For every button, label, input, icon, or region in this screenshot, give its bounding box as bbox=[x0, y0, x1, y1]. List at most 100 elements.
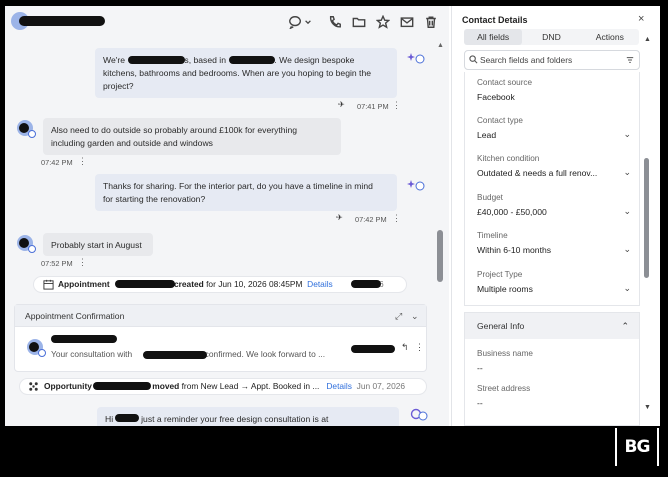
message-text: . We design bespoke bbox=[274, 55, 355, 65]
message-menu-icon[interactable]: ⋮ bbox=[78, 156, 87, 167]
phone-icon[interactable] bbox=[327, 14, 343, 30]
scroll-thumb[interactable] bbox=[437, 230, 443, 282]
appointment-details-link[interactable]: Details bbox=[307, 279, 333, 289]
brand-logo: BG bbox=[615, 428, 659, 466]
field-value: Outdated & needs a full renov... bbox=[477, 168, 598, 178]
redacted-appointment-name bbox=[115, 280, 175, 288]
field-label: Project Type bbox=[477, 270, 523, 279]
message-menu-icon[interactable]: ⋮ bbox=[392, 213, 401, 224]
sent-status-icon: ✈ bbox=[338, 100, 345, 109]
chevron-down-icon[interactable] bbox=[303, 14, 313, 30]
redacted-contact-name bbox=[19, 16, 105, 26]
message-time: 07:41 PM bbox=[357, 102, 389, 111]
close-button[interactable]: × bbox=[638, 13, 644, 25]
scroll-down-arrow-icon[interactable]: ▼ bbox=[644, 404, 651, 411]
redacted-sender bbox=[51, 335, 117, 343]
scroll-thumb[interactable] bbox=[644, 158, 649, 278]
details-tabs: All fields DND Actions bbox=[464, 29, 639, 45]
trash-icon[interactable] bbox=[423, 14, 439, 30]
star-icon[interactable] bbox=[375, 14, 391, 30]
message-menu-icon[interactable]: ⋮ bbox=[78, 257, 87, 268]
message-menu-icon[interactable]: ⋮ bbox=[392, 100, 401, 111]
message-time: 07:42 PM bbox=[41, 158, 73, 167]
conversation-pane: We're s, based in . We design bespoke ki… bbox=[5, 6, 449, 426]
message-time: 07:52 PM bbox=[41, 259, 73, 268]
custom-fields-list: Contact source Facebook Contact type Lea… bbox=[464, 72, 640, 306]
general-info-header[interactable]: General Info ⌃ bbox=[465, 313, 639, 339]
field-timeline[interactable]: Timeline Within 6-10 months ⌄ bbox=[477, 231, 631, 255]
field-value: Facebook bbox=[477, 92, 515, 102]
field-contact-type[interactable]: Contact type Lead ⌄ bbox=[477, 116, 631, 140]
folder-icon[interactable] bbox=[351, 14, 367, 30]
contact-avatar-small bbox=[17, 120, 36, 138]
tab-all-fields[interactable]: All fields bbox=[464, 29, 523, 45]
scroll-up-arrow-icon[interactable]: ▲ bbox=[644, 36, 651, 43]
preview-text-start: Your consultation with bbox=[51, 349, 133, 359]
field-value: -- bbox=[477, 398, 483, 408]
chevron-down-icon[interactable]: ⌄ bbox=[411, 305, 419, 327]
conversation-scrollbar[interactable]: ▲ bbox=[436, 42, 444, 426]
chevron-down-icon[interactable]: ⌄ bbox=[623, 167, 631, 178]
chevron-down-icon[interactable]: ⌄ bbox=[623, 206, 631, 217]
chevron-down-icon[interactable]: ⌄ bbox=[623, 244, 631, 255]
search-fields-input[interactable]: Search fields and folders bbox=[464, 50, 640, 70]
message-text: Thanks for sharing. For the interior par… bbox=[103, 181, 373, 191]
card-menu-icon[interactable]: ⋮ bbox=[415, 342, 424, 353]
scroll-up-arrow-icon[interactable]: ▲ bbox=[437, 42, 444, 49]
message-bubble-outgoing: Thanks for sharing. For the interior par… bbox=[95, 174, 397, 211]
field-label: Contact source bbox=[477, 78, 533, 87]
event-detail: from New Lead → Appt. Booked in ... bbox=[181, 381, 320, 391]
event-action: moved bbox=[152, 381, 180, 391]
field-budget[interactable]: Budget £40,000 - £50,000 ⌄ bbox=[477, 193, 631, 217]
message-text: kitchens, bathrooms and bedrooms. When a… bbox=[103, 68, 372, 78]
event-action: created bbox=[173, 279, 204, 289]
message-text: project? bbox=[103, 81, 134, 91]
field-value: Multiple rooms bbox=[477, 284, 533, 294]
event-date: Jun 07, 2026 bbox=[356, 381, 406, 391]
card-title: Appointment Confirmation bbox=[25, 311, 125, 321]
details-scrollbar[interactable]: ▲ ▼ bbox=[644, 36, 652, 416]
general-info-section: General Info ⌃ Business name -- Street a… bbox=[464, 312, 640, 426]
field-value: Lead bbox=[477, 130, 497, 140]
redacted-company bbox=[128, 56, 185, 64]
redacted-meta bbox=[351, 345, 395, 353]
redacted-name bbox=[143, 351, 207, 359]
field-label: Timeline bbox=[477, 231, 508, 240]
message-text: Probably start in August bbox=[51, 240, 142, 250]
field-business-name[interactable]: Business name -- bbox=[477, 349, 627, 373]
message-bubble-incoming: Probably start in August bbox=[43, 233, 153, 256]
chevron-down-icon[interactable]: ⌄ bbox=[623, 283, 631, 294]
contact-avatar-small bbox=[17, 235, 36, 253]
message-text: including garden and outside and windows bbox=[51, 138, 213, 148]
redacted-location bbox=[229, 56, 275, 64]
chevron-up-icon[interactable]: ⌃ bbox=[621, 313, 629, 339]
redacted-date bbox=[351, 280, 381, 288]
event-label: Appointment bbox=[58, 279, 110, 289]
field-value: Within 6-10 months bbox=[477, 245, 552, 255]
field-kitchen-condition[interactable]: Kitchen condition Outdated & needs a ful… bbox=[477, 154, 631, 178]
field-contact-source[interactable]: Contact source Facebook bbox=[477, 78, 627, 102]
mail-icon[interactable] bbox=[399, 14, 415, 30]
field-label: Business name bbox=[477, 349, 533, 358]
tab-dnd[interactable]: DND bbox=[522, 29, 580, 45]
ai-agent-icon bbox=[407, 178, 425, 192]
tab-actions[interactable]: Actions bbox=[581, 29, 639, 45]
field-label: Street address bbox=[477, 384, 531, 393]
field-project-type[interactable]: Project Type Multiple rooms ⌄ bbox=[477, 270, 631, 294]
field-label: Budget bbox=[477, 193, 503, 202]
appointment-confirmation-card: Appointment Confirmation ⤢ ⌄ Your consul… bbox=[14, 304, 427, 372]
channel-icon[interactable] bbox=[287, 14, 303, 30]
filter-icon[interactable] bbox=[626, 56, 634, 64]
message-text: just a reminder your free design consult… bbox=[141, 414, 329, 424]
expand-icon[interactable]: ⤢ bbox=[395, 305, 402, 327]
ai-agent-icon bbox=[407, 51, 425, 65]
field-street-address[interactable]: Street address -- bbox=[477, 384, 627, 408]
field-value: -- bbox=[477, 363, 483, 373]
field-label: Kitchen condition bbox=[477, 154, 540, 163]
search-placeholder: Search fields and folders bbox=[480, 55, 573, 65]
chevron-down-icon[interactable]: ⌄ bbox=[623, 129, 631, 140]
message-bubble-outgoing: Hi just a reminder your free design consu… bbox=[97, 407, 399, 426]
opportunity-details-link[interactable]: Details bbox=[326, 381, 352, 391]
reply-icon[interactable]: ↰ bbox=[401, 342, 409, 353]
message-text: s, based in bbox=[184, 55, 229, 65]
